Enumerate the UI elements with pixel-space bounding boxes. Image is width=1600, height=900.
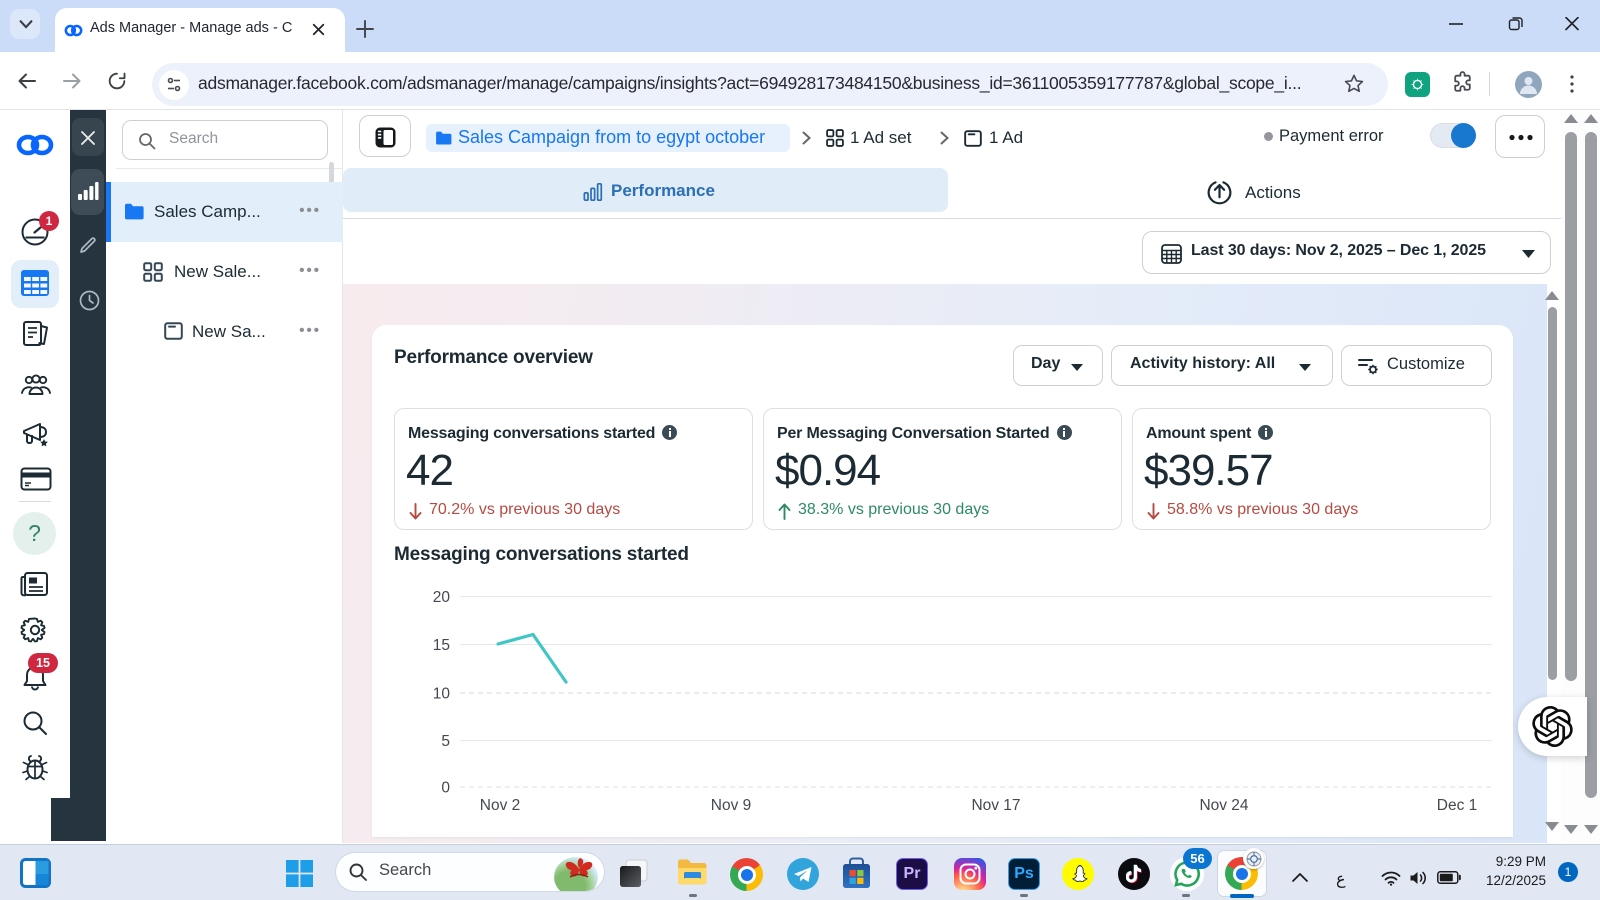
svg-text:0: 0 bbox=[441, 780, 450, 797]
svg-text:Nov 24: Nov 24 bbox=[1199, 797, 1248, 814]
svg-text:5: 5 bbox=[441, 733, 450, 750]
svg-text:Nov 9: Nov 9 bbox=[711, 797, 752, 814]
svg-text:Nov 17: Nov 17 bbox=[971, 797, 1020, 814]
svg-text:20: 20 bbox=[433, 589, 451, 606]
svg-text:15: 15 bbox=[433, 637, 450, 654]
svg-text:10: 10 bbox=[433, 686, 451, 703]
svg-text:Dec 1: Dec 1 bbox=[1437, 797, 1478, 814]
svg-text:Nov 2: Nov 2 bbox=[480, 797, 521, 814]
